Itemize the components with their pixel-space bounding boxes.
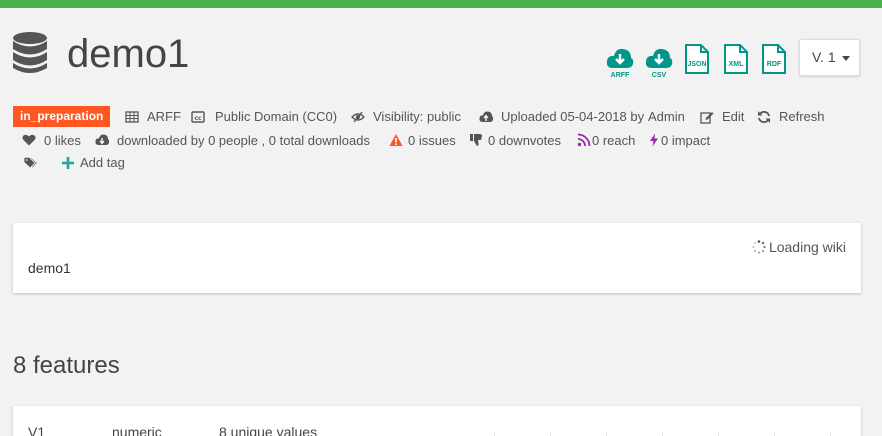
download-arff-button[interactable]: ARFF: [606, 46, 634, 82]
feature-row[interactable]: V1 numeric 8 unique values: [13, 406, 861, 436]
status-badge: in_preparation: [13, 106, 111, 127]
file-icon: [685, 44, 709, 74]
version-label: V. 1: [812, 49, 836, 65]
file-icon: [762, 44, 786, 74]
download-csv-button[interactable]: CSV: [645, 46, 673, 82]
thumbs-down-icon: [470, 134, 482, 146]
caret-down-icon: [842, 56, 850, 61]
reach-text: 0 reach: [592, 133, 636, 148]
xml-label: XML: [728, 61, 744, 68]
impact-text: 0 impact: [661, 133, 711, 148]
cloud-download-icon: [606, 48, 634, 68]
page-title: demo1: [67, 32, 190, 76]
rdf-button[interactable]: RDF: [761, 44, 787, 74]
features-heading: 8 features: [13, 352, 120, 379]
file-icon: [724, 44, 748, 74]
loading-indicator: Loading wiki: [752, 239, 846, 255]
edit-link[interactable]: Edit: [722, 109, 744, 125]
json-button[interactable]: JSON: [684, 44, 710, 74]
refresh-link[interactable]: Refresh: [779, 109, 825, 125]
issues-text: 0 issues: [408, 133, 456, 148]
cloud-upload-icon: [479, 111, 493, 122]
loading-text: Loading wiki: [768, 239, 846, 255]
feature-name: V1: [28, 424, 46, 436]
top-accent-bar: [0, 0, 882, 8]
download-arff-label: ARFF: [610, 72, 630, 79]
xml-button[interactable]: XML: [723, 44, 749, 74]
edit-icon: [700, 112, 714, 124]
feature-unique: 8 unique values: [219, 424, 318, 436]
rdf-label: RDF: [766, 61, 782, 68]
eye-slash-icon: [351, 111, 365, 123]
tags-icon: [24, 157, 37, 168]
spinner-icon: [752, 240, 766, 254]
format-link[interactable]: ARFF: [147, 109, 181, 125]
downloads-text: downloaded by 0 people , 0 total downloa…: [117, 133, 370, 148]
visibility-text: Visibility: public: [373, 109, 461, 124]
wiki-description: demo1: [28, 260, 71, 276]
refresh-icon: [758, 111, 770, 123]
wiki-card: Loading wiki demo1: [13, 223, 861, 293]
download-csv-label: CSV: [651, 72, 667, 79]
uploaded-text: Uploaded 05-04-2018 by: [501, 109, 645, 124]
cloud-download-icon: [95, 134, 109, 145]
table-icon: [125, 111, 139, 123]
json-label: JSON: [687, 61, 707, 68]
database-icon: [12, 32, 48, 74]
bolt-icon: [650, 133, 658, 147]
plus-icon[interactable]: [61, 156, 75, 170]
likes-text: 0 likes: [44, 133, 81, 148]
rss-icon: [577, 133, 591, 147]
feature-type: numeric: [112, 424, 162, 436]
version-dropdown[interactable]: V. 1: [799, 39, 860, 76]
downvotes-text: 0 downvotes: [488, 133, 561, 148]
uploader-link[interactable]: Admin: [648, 109, 685, 125]
cloud-download-icon: [645, 48, 673, 68]
svg-text:cc: cc: [194, 115, 202, 122]
add-tag-link[interactable]: Add tag: [80, 155, 125, 171]
heart-icon: [22, 134, 36, 146]
license-link[interactable]: Public Domain (CC0): [215, 109, 337, 125]
warning-icon: [389, 134, 403, 146]
creative-commons-icon: cc: [191, 111, 205, 123]
